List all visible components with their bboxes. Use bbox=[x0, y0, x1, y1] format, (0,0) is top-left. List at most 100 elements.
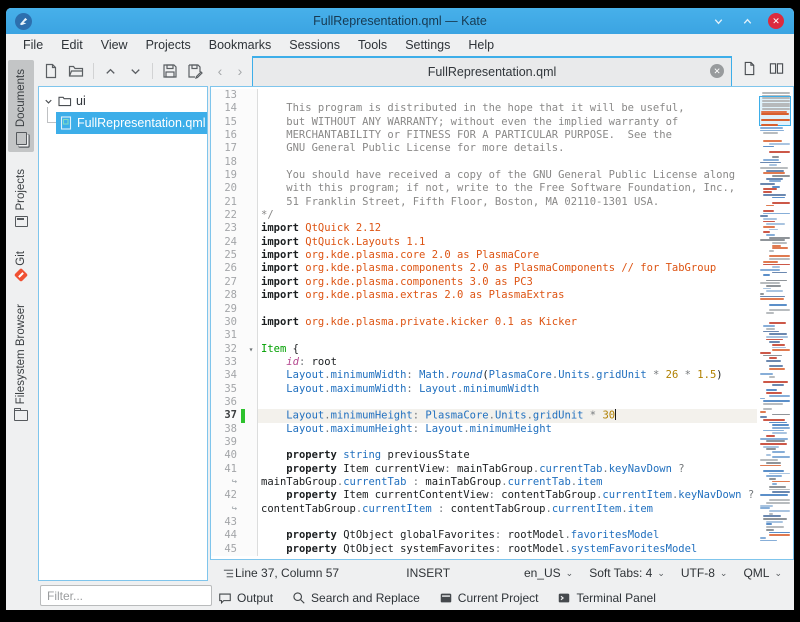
menu-item-tools[interactable]: Tools bbox=[349, 36, 396, 54]
line-indent-icon[interactable] bbox=[222, 567, 235, 580]
fold-marker: ▾ bbox=[245, 343, 257, 356]
code-line[interactable]: 36 bbox=[211, 396, 793, 409]
menu-item-file[interactable]: File bbox=[14, 36, 52, 54]
code-line[interactable]: 17 GNU General Public License for more d… bbox=[211, 142, 793, 155]
minimap-scrollbar[interactable] bbox=[759, 88, 791, 558]
dock-tab-documents[interactable]: Documents bbox=[8, 60, 34, 152]
tab-prev-icon[interactable]: ‹ bbox=[210, 56, 230, 86]
output-button[interactable]: Output bbox=[218, 591, 273, 605]
kate-window: FullRepresentation.qml — Kate ✕ FileEdit… bbox=[6, 8, 794, 610]
syntax-select[interactable]: QML⌄ bbox=[743, 566, 782, 580]
tab-fullrepresentation[interactable]: FullRepresentation.qml ✕ bbox=[252, 56, 732, 86]
code-line[interactable]: 41 property Item currentView: mainTabGro… bbox=[211, 463, 793, 476]
code-line[interactable]: 19 You should have received a copy of th… bbox=[211, 169, 793, 182]
open-folder-icon[interactable] bbox=[68, 62, 84, 80]
minimize-icon[interactable] bbox=[710, 13, 726, 29]
code-line[interactable]: 15 but WITHOUT ANY WARRANTY; without eve… bbox=[211, 116, 793, 129]
dock-tab-filesystem-browser[interactable]: Filesystem Browser bbox=[8, 295, 34, 427]
code-text: You should have received a copy of the G… bbox=[257, 169, 757, 182]
dock-strip: Documents Projects Git Filesystem Browser bbox=[6, 56, 36, 610]
code-line[interactable]: 20 with this program; if not, write to t… bbox=[211, 182, 793, 195]
code-text: */ bbox=[257, 209, 757, 222]
code-line[interactable]: 25import org.kde.plasma.core 2.0 as Plas… bbox=[211, 249, 793, 262]
code-line[interactable]: 22*/ bbox=[211, 209, 793, 222]
dock-tab-projects[interactable]: Projects bbox=[8, 160, 34, 234]
code-line[interactable]: 39 bbox=[211, 436, 793, 449]
tab-close-icon[interactable]: ✕ bbox=[710, 64, 724, 78]
code-line[interactable]: 43 bbox=[211, 516, 793, 529]
wrap-indicator: ↪ bbox=[211, 476, 241, 489]
menu-item-bookmarks[interactable]: Bookmarks bbox=[200, 36, 281, 54]
maximize-icon[interactable] bbox=[739, 13, 755, 29]
dictionary-select[interactable]: en_US⌄ bbox=[524, 566, 573, 580]
search-and-replace-button[interactable]: Search and Replace bbox=[292, 591, 420, 605]
code-line[interactable]: 44 property QtObject globalFavorites: ro… bbox=[211, 529, 793, 542]
menu-item-edit[interactable]: Edit bbox=[52, 36, 92, 54]
go-up-icon[interactable] bbox=[103, 62, 119, 80]
fold-marker bbox=[245, 262, 257, 275]
code-editor[interactable]: 1314 This program is distributed in the … bbox=[210, 86, 794, 560]
code-line[interactable]: ↪mainTabGroup.currentTab : mainTabGroup.… bbox=[211, 476, 793, 489]
go-down-icon[interactable] bbox=[128, 62, 144, 80]
split-view-icon[interactable] bbox=[769, 61, 784, 81]
code-text: id: root bbox=[257, 356, 757, 369]
menu-item-sessions[interactable]: Sessions bbox=[280, 36, 349, 54]
chevron-down-icon[interactable] bbox=[43, 96, 54, 107]
code-line[interactable]: 23import QtQuick 2.12 bbox=[211, 222, 793, 235]
code-line[interactable]: 28import org.kde.plasma.extras 2.0 as Pl… bbox=[211, 289, 793, 302]
menu-item-projects[interactable]: Projects bbox=[137, 36, 200, 54]
code-line[interactable]: 34 Layout.minimumWidth: Math.round(Plasm… bbox=[211, 369, 793, 382]
code-line[interactable]: 45 property QtObject systemFavorites: ro… bbox=[211, 543, 793, 556]
cursor-position[interactable]: Line 37, Column 57 bbox=[235, 566, 339, 580]
code-line[interactable]: 35 Layout.maximumWidth: Layout.minimumWi… bbox=[211, 383, 793, 396]
code-line[interactable]: 33 id: root bbox=[211, 356, 793, 369]
code-line[interactable]: ↪contentTabGroup.currentItem : contentTa… bbox=[211, 503, 793, 516]
code-line[interactable]: 13 bbox=[211, 89, 793, 102]
save-icon[interactable] bbox=[162, 62, 178, 80]
fold-marker bbox=[245, 449, 257, 462]
close-icon[interactable]: ✕ bbox=[768, 13, 784, 29]
tree-row-file[interactable]: FullRepresentation.qml bbox=[39, 112, 207, 134]
status-bar: Line 37, Column 57 INSERT en_US⌄ Soft Ta… bbox=[210, 560, 794, 586]
terminal-panel-button[interactable]: Terminal Panel bbox=[557, 591, 655, 605]
code-line[interactable]: 18 bbox=[211, 156, 793, 169]
tab-next-icon[interactable]: › bbox=[230, 56, 250, 86]
fold-marker bbox=[245, 209, 257, 222]
code-line[interactable]: 32▾Item { bbox=[211, 343, 793, 356]
code-line[interactable]: 42 property Item currentContentView: con… bbox=[211, 489, 793, 502]
filter-input[interactable] bbox=[40, 585, 212, 606]
code-line[interactable]: 26import org.kde.plasma.components 2.0 a… bbox=[211, 262, 793, 275]
selected-file-row[interactable]: FullRepresentation.qml bbox=[56, 112, 207, 134]
encoding-select[interactable]: UTF-8⌄ bbox=[681, 566, 728, 580]
chevron-down-icon: ⌄ bbox=[720, 568, 728, 579]
save-as-icon[interactable] bbox=[187, 62, 203, 80]
code-line[interactable]: 14 This program is distributed in the ho… bbox=[211, 102, 793, 115]
new-tab-icon[interactable] bbox=[742, 61, 757, 81]
menu-item-view[interactable]: View bbox=[92, 36, 137, 54]
code-line[interactable]: 16 MERCHANTABILITY or FITNESS FOR A PART… bbox=[211, 129, 793, 142]
toolbar-separator bbox=[93, 63, 94, 79]
code-line[interactable]: 24import QtQuick.Layouts 1.1 bbox=[211, 236, 793, 249]
fold-marker bbox=[245, 249, 257, 262]
dock-tab-git[interactable]: Git bbox=[8, 242, 34, 288]
dock-tab-label: Projects bbox=[15, 169, 27, 211]
code-text: import org.kde.plasma.core 2.0 as Plasma… bbox=[257, 249, 757, 262]
fold-marker bbox=[245, 196, 257, 209]
menu-item-help[interactable]: Help bbox=[459, 36, 503, 54]
code-line[interactable]: 21 51 Franklin Street, Fifth Floor, Bost… bbox=[211, 196, 793, 209]
tree-row-ui[interactable]: ui bbox=[39, 90, 207, 112]
code-line[interactable]: 38 Layout.maximumHeight: Layout.minimumH… bbox=[211, 423, 793, 436]
input-mode[interactable]: INSERT bbox=[406, 566, 450, 580]
code-line[interactable]: 40 property string previousState bbox=[211, 449, 793, 462]
new-document-icon[interactable] bbox=[43, 62, 59, 80]
code-line[interactable]: 37 Layout.minimumHeight: PlasmaCore.Unit… bbox=[211, 409, 793, 422]
tab-mode-select[interactable]: Soft Tabs: 4⌄ bbox=[589, 566, 665, 580]
menu-item-settings[interactable]: Settings bbox=[396, 36, 459, 54]
code-line[interactable]: 30import org.kde.plasma.private.kicker 0… bbox=[211, 316, 793, 329]
line-number: 34 bbox=[211, 369, 241, 382]
current-project-button[interactable]: Current Project bbox=[439, 591, 539, 605]
code-line[interactable]: 29 bbox=[211, 303, 793, 316]
code-line[interactable]: 27import org.kde.plasma.components 3.0 a… bbox=[211, 276, 793, 289]
code-text: MERCHANTABILITY or FITNESS FOR A PARTICU… bbox=[257, 129, 757, 142]
code-line[interactable]: 31 bbox=[211, 329, 793, 342]
